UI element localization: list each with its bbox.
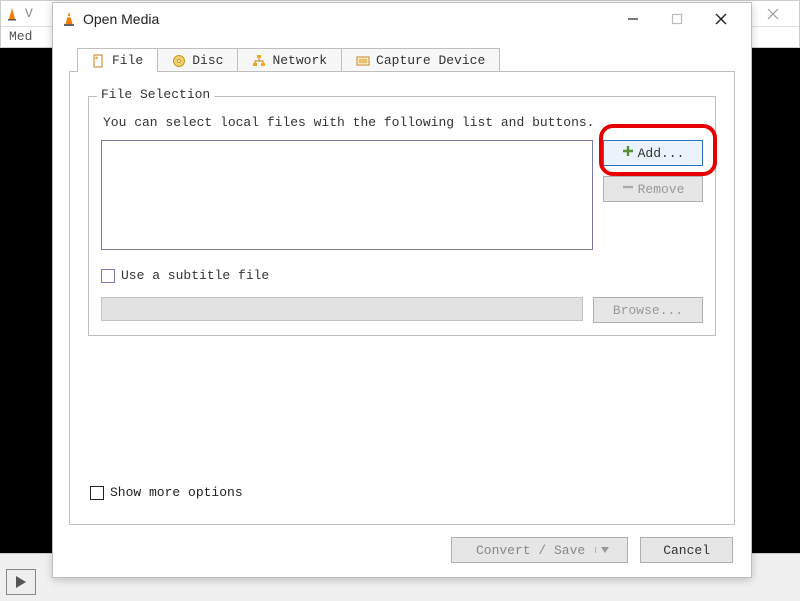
tab-file-label: File [112,53,143,68]
tab-disc[interactable]: Disc [157,48,238,72]
main-close-button[interactable] [751,0,795,28]
show-more-options-label: Show more options [110,485,243,500]
vlc-icon [5,7,19,21]
file-row: Add... Remove [101,140,703,250]
add-button-label: Add... [638,146,685,161]
file-selection-hint: You can select local files with the foll… [103,115,703,130]
remove-button[interactable]: Remove [603,176,703,202]
subtitle-row: Browse... [101,297,703,323]
plus-icon [622,145,634,161]
dialog-title: Open Media [83,11,611,27]
file-icon [92,54,106,68]
cancel-button-label: Cancel [663,543,710,558]
vlc-icon [61,11,77,27]
dialog-body: File Disc Network Capture Device [53,35,751,537]
subtitle-path-field [101,297,583,321]
use-subtitle-label: Use a subtitle file [121,268,269,283]
tab-capture[interactable]: Capture Device [341,48,500,72]
tab-file[interactable]: File [77,48,158,72]
cancel-button[interactable]: Cancel [640,537,733,563]
checkbox-box [90,486,104,500]
convert-save-label: Convert / Save [466,543,595,558]
convert-save-button[interactable]: Convert / Save [451,537,628,563]
dialog-titlebar: Open Media [53,3,751,35]
tabs: File Disc Network Capture Device [77,43,735,71]
play-button[interactable] [6,569,36,595]
file-list[interactable] [101,140,593,250]
dialog-footer: Convert / Save Cancel [53,537,751,577]
add-button[interactable]: Add... [603,140,703,166]
show-more-options-checkbox[interactable]: Show more options [90,485,714,500]
maximize-button[interactable] [655,5,699,33]
disc-icon [172,54,186,68]
tab-content: File Selection You can select local file… [69,71,735,525]
remove-button-label: Remove [638,182,685,197]
browse-button[interactable]: Browse... [593,297,703,323]
minimize-button[interactable] [611,5,655,33]
minus-icon [622,181,634,197]
browse-button-label: Browse... [613,303,683,318]
open-media-dialog: Open Media File Disc [52,2,752,578]
file-selection-legend: File Selection [97,87,214,102]
network-icon [252,54,266,68]
tab-network[interactable]: Network [237,48,342,72]
tab-disc-label: Disc [192,53,223,68]
file-buttons: Add... Remove [603,140,703,250]
file-selection-group: File Selection You can select local file… [88,96,716,336]
tab-capture-label: Capture Device [376,53,485,68]
tab-network-label: Network [272,53,327,68]
capture-icon [356,54,370,68]
dropdown-arrow-icon[interactable] [595,547,613,553]
use-subtitle-checkbox[interactable]: Use a subtitle file [101,268,703,283]
close-button[interactable] [699,5,743,33]
checkbox-box [101,269,115,283]
